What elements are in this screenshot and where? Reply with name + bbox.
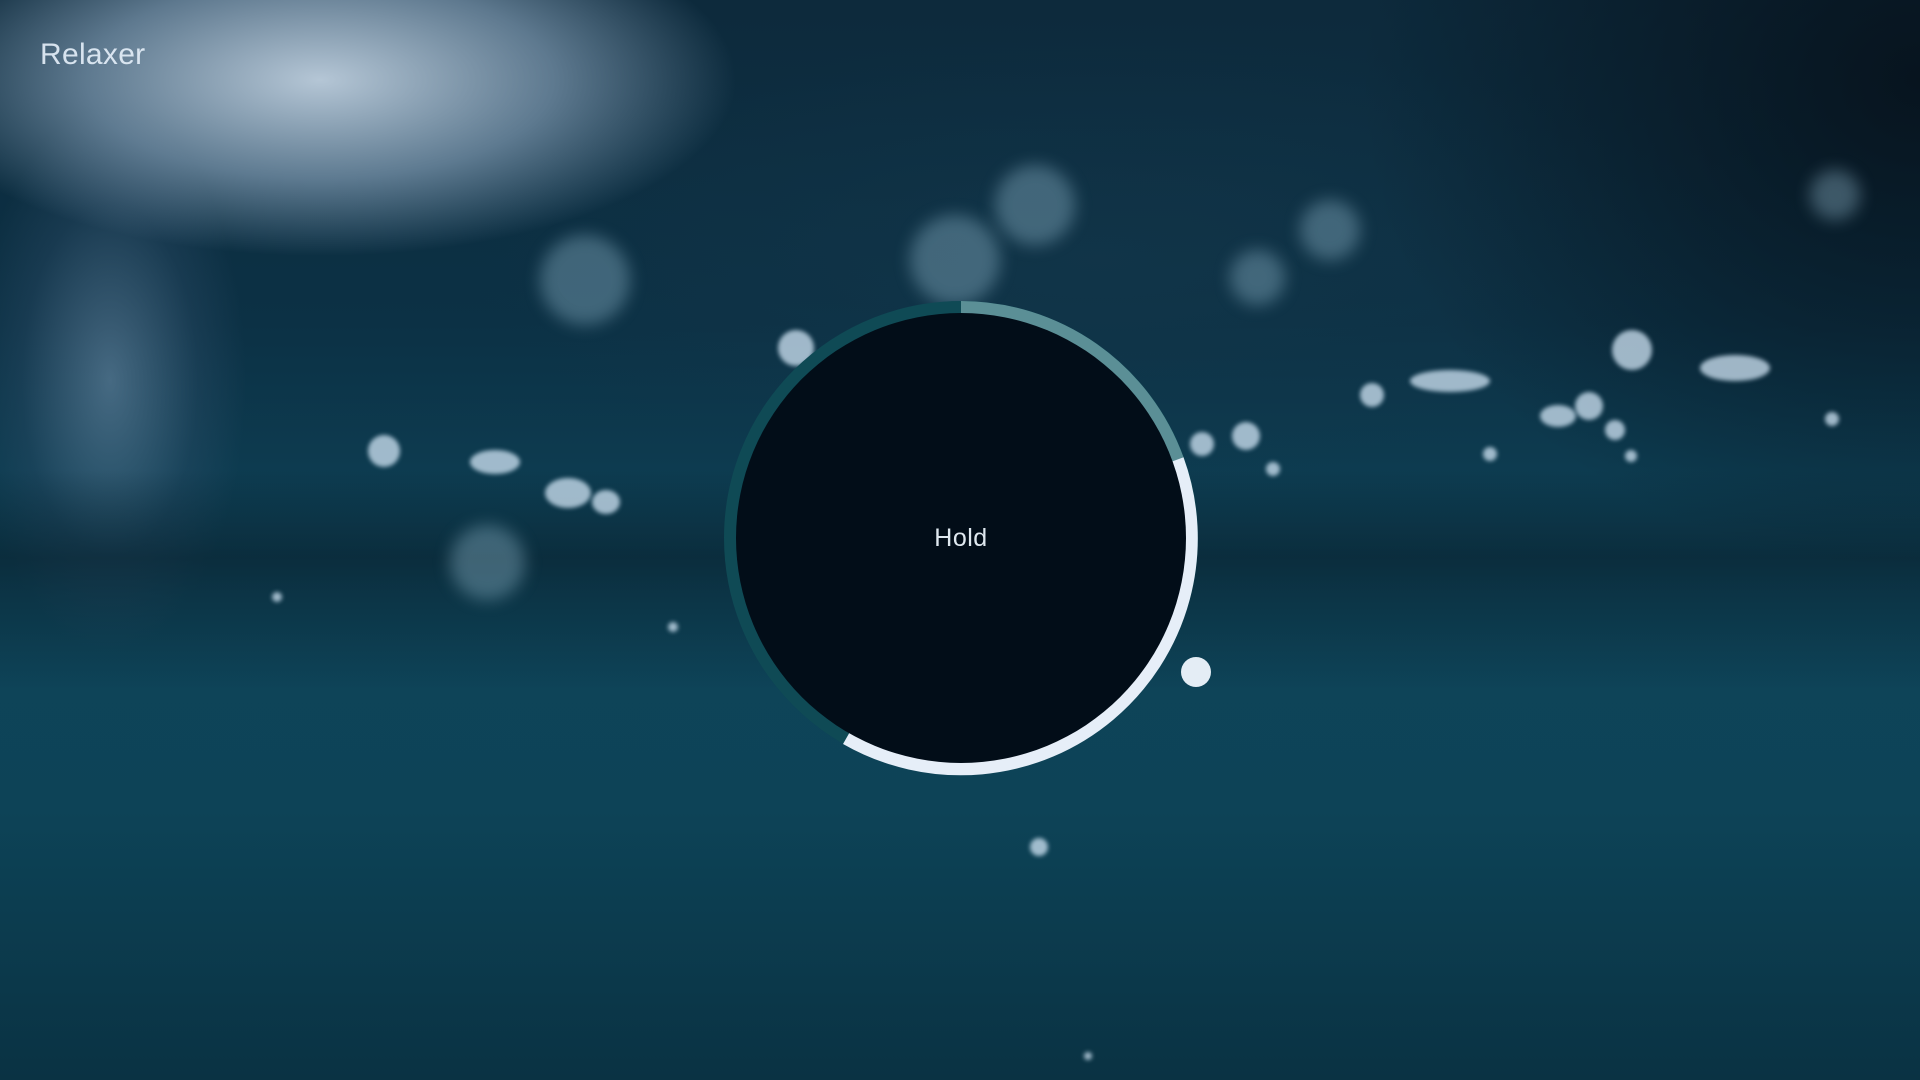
bokeh-light (1360, 383, 1384, 407)
bokeh-light (592, 490, 620, 514)
bokeh-light (545, 478, 591, 508)
bokeh-light (1700, 355, 1770, 381)
bokeh-light (1230, 250, 1285, 305)
bokeh-light (1266, 462, 1280, 476)
bokeh-light (1625, 450, 1637, 462)
bokeh-light (1540, 405, 1576, 427)
bokeh-light (450, 525, 525, 600)
bokeh-light (1605, 420, 1625, 440)
bokeh-light (1410, 370, 1490, 392)
bokeh-light (272, 592, 282, 602)
bokeh-light (368, 435, 400, 467)
bokeh-light (1825, 412, 1839, 426)
bokeh-light (540, 235, 630, 325)
progress-indicator-dot (1181, 657, 1211, 687)
bokeh-light (1232, 422, 1260, 450)
bokeh-light (1084, 1052, 1092, 1060)
app-title: Relaxer (40, 38, 146, 71)
bokeh-light (1575, 392, 1603, 420)
bokeh-light (668, 622, 678, 632)
bokeh-light (1300, 200, 1360, 260)
bokeh-light (1030, 838, 1048, 856)
bokeh-light (470, 450, 520, 474)
bokeh-light (1810, 170, 1860, 220)
bokeh-light (1612, 330, 1652, 370)
bokeh-light (910, 215, 1000, 305)
bokeh-light (995, 165, 1075, 245)
bokeh-light (1483, 447, 1497, 461)
breathing-phase-label: Hold (934, 523, 988, 552)
breathing-circle: Hold (736, 313, 1186, 763)
background-scene: Relaxer Hold (0, 0, 1920, 1080)
